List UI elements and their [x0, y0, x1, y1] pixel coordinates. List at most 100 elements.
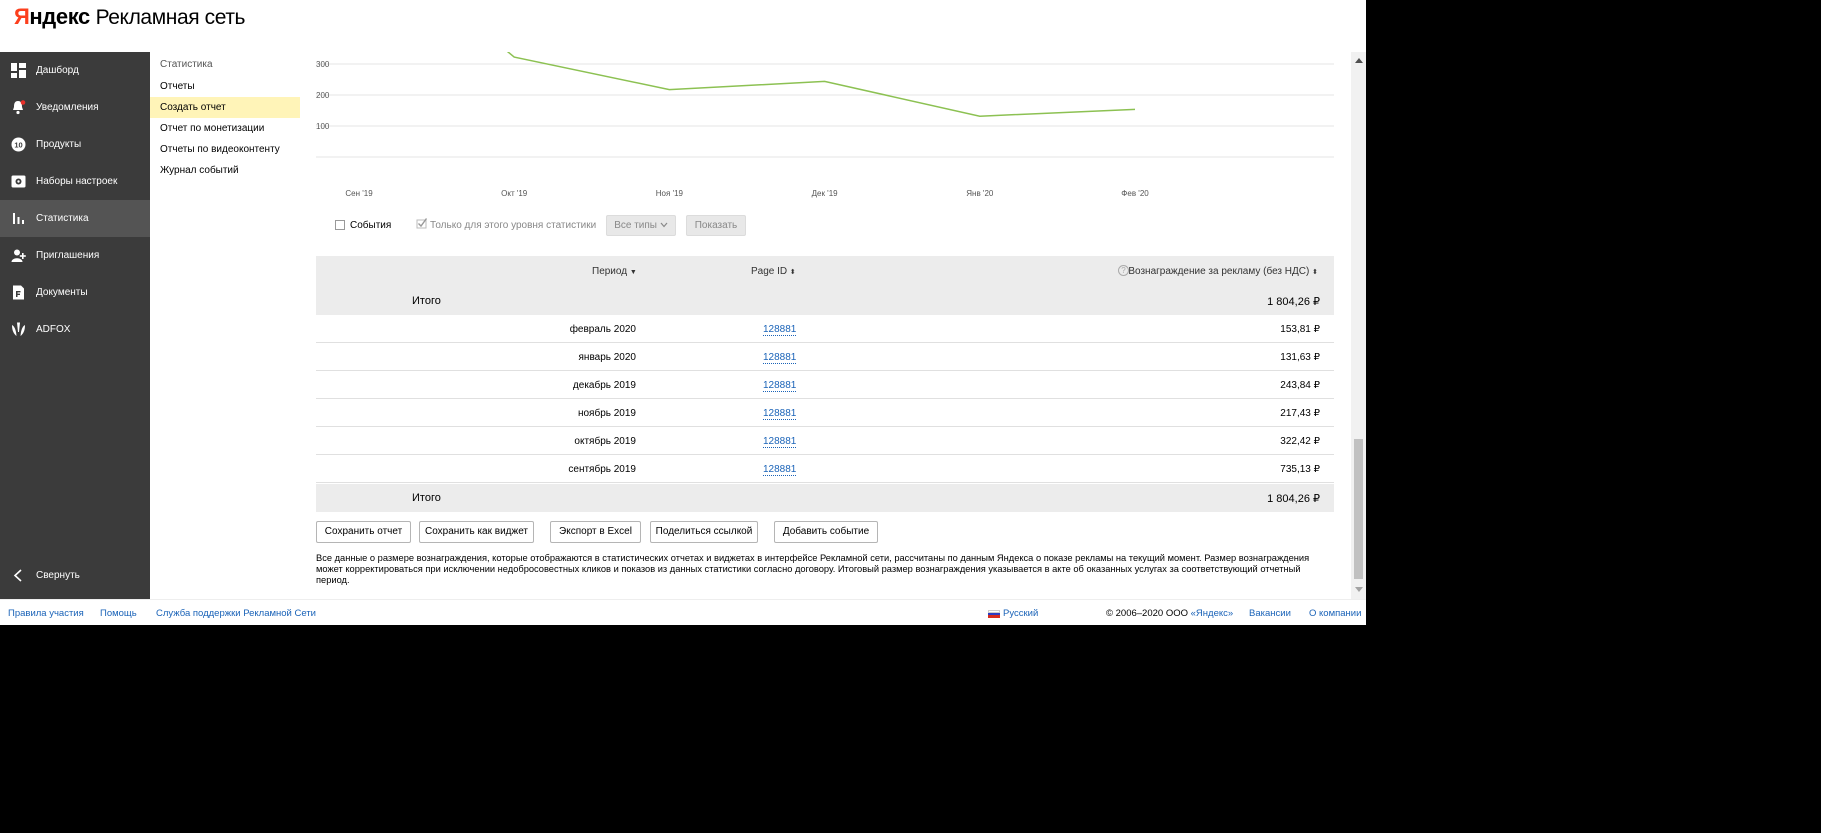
cell-page-id-link[interactable]: 128881: [763, 464, 797, 476]
event-types-dropdown[interactable]: Все типы: [606, 215, 676, 236]
cell-reward: 153,81 ₽: [1280, 324, 1320, 335]
column-header-period[interactable]: Период ▼: [592, 266, 637, 277]
period-header-label: Период: [592, 266, 628, 277]
column-header-reward[interactable]: Вознаграждение за рекламу (без НДС) ⬍: [1128, 266, 1318, 277]
dashboard-icon: [11, 63, 26, 78]
x-tick-label: Окт '19: [501, 189, 528, 198]
sidebar-item-notifications[interactable]: Уведомления: [0, 89, 150, 126]
sidebar-item-label: Документы: [36, 287, 88, 298]
copyright-company-link[interactable]: «Яндекс»: [1191, 608, 1234, 619]
export-excel-button[interactable]: Экспорт в Excel: [550, 521, 641, 543]
event-types-label: Все типы: [614, 220, 657, 231]
show-button[interactable]: Показать: [686, 215, 746, 236]
column-header-page-id[interactable]: Page ID ⬍: [751, 266, 796, 277]
y-tick-label: 200: [316, 91, 330, 100]
vertical-scrollbar[interactable]: [1351, 52, 1366, 599]
cell-page-id-link[interactable]: 128881: [763, 436, 797, 448]
sidebar-item-adfox[interactable]: ADFOX: [0, 311, 150, 348]
statistics-submenu: Статистика Отчеты Создать отчет Отчет по…: [150, 52, 300, 599]
sidebar-item-label: Наборы настроек: [36, 176, 118, 187]
header: Яндекс Рекламная сеть: [0, 0, 1366, 52]
invite-icon: [11, 249, 26, 262]
share-link-button[interactable]: Поделиться ссылкой: [650, 521, 758, 543]
cell-reward: 243,84 ₽: [1280, 380, 1320, 391]
total-label: Итого: [412, 295, 441, 307]
svg-text:10: 10: [14, 140, 22, 149]
copyright: © 2006–2020 ООО «Яндекс»: [1106, 608, 1233, 619]
cell-reward: 217,43 ₽: [1280, 408, 1320, 419]
submenu-item-reports[interactable]: Отчеты: [150, 76, 300, 97]
x-tick-label: Фев '20: [1121, 189, 1149, 198]
submenu-item-monetization-report[interactable]: Отчет по монетизации: [150, 118, 300, 139]
footer-link-jobs[interactable]: Вакансии: [1249, 608, 1291, 619]
collapse-sidebar-button[interactable]: Свернуть: [0, 557, 150, 594]
cell-page-id-link[interactable]: 128881: [763, 352, 797, 364]
language-switcher[interactable]: Русский: [1003, 608, 1038, 619]
cell-page-id-link[interactable]: 128881: [763, 324, 797, 336]
cell-period: февраль 2020: [569, 324, 636, 335]
chart-filters: События Только для этого уровня статисти…: [316, 215, 1316, 237]
sort-icon: ⬍: [789, 269, 796, 276]
sidebar-item-documents[interactable]: Документы: [0, 274, 150, 311]
submenu-title: Статистика: [160, 59, 213, 70]
x-tick-label: Сен '19: [345, 189, 373, 198]
save-report-button[interactable]: Сохранить отчет: [316, 521, 411, 543]
checkmark-icon[interactable]: [416, 217, 428, 229]
copyright-prefix: © 2006–2020 ООО: [1106, 608, 1191, 619]
events-checkbox[interactable]: [335, 220, 345, 230]
save-as-widget-button[interactable]: Сохранить как виджет: [419, 521, 534, 543]
yandex-logo[interactable]: Яндекс Рекламная сеть: [14, 4, 245, 30]
main-content: 300 200 100 Сен '19 Окт '19 Ноя '19 Дек '19 Янв…: [300, 52, 1351, 599]
table-row: декабрь 2019 128881 243,84 ₽: [316, 371, 1334, 399]
russian-flag-icon: [988, 610, 1000, 618]
table-header: Период ▼ Page ID ⬍ ? Вознаграждение за р…: [316, 256, 1334, 287]
scroll-up-arrow[interactable]: [1355, 58, 1363, 63]
cell-period: ноябрь 2019: [577, 408, 636, 419]
footer-link-rules[interactable]: Правила участия: [8, 608, 84, 619]
x-tick-label: Дек '19: [812, 189, 839, 198]
scroll-down-arrow[interactable]: [1355, 587, 1363, 592]
submenu-item-video-reports[interactable]: Отчеты по видеоконтенту: [150, 139, 300, 160]
app-window: Яндекс Рекламная сеть Дашборд Уведомлени…: [0, 0, 1366, 625]
sidebar-item-settings-sets[interactable]: Наборы настроек: [0, 163, 150, 200]
sidebar-item-statistics[interactable]: Статистика: [0, 200, 150, 237]
cell-page-id-link[interactable]: 128881: [763, 380, 797, 392]
total-row-bottom: Итого 1 804,26 ₽: [316, 484, 1334, 512]
total-value: 1 804,26 ₽: [1267, 493, 1320, 505]
footer-link-support[interactable]: Служба поддержки Рекламной Сети: [156, 608, 316, 619]
submenu-item-events-log[interactable]: Журнал событий: [150, 160, 300, 181]
sidebar-item-label: Статистика: [36, 213, 89, 224]
sidebar-item-invitations[interactable]: Приглашения: [0, 237, 150, 274]
x-tick-label: Янв '20: [966, 189, 994, 198]
table-row: январь 2020 128881 131,63 ₽: [316, 343, 1334, 371]
sidebar-item-products[interactable]: 10 Продукты: [0, 126, 150, 163]
footer-link-help[interactable]: Помощь: [100, 608, 137, 619]
products-icon: 10: [11, 137, 26, 152]
collapse-label: Свернуть: [36, 570, 80, 581]
disclaimer-text: Все данные о размере вознаграждения, кот…: [316, 553, 1310, 585]
table-row: октябрь 2019 128881 322,42 ₽: [316, 427, 1334, 455]
sort-icon: ⬍: [1312, 269, 1318, 276]
total-value: 1 804,26 ₽: [1267, 296, 1320, 308]
sidebar-item-dashboard[interactable]: Дашборд: [0, 52, 150, 89]
series-line: [506, 52, 1136, 117]
help-icon[interactable]: ?: [1118, 265, 1129, 276]
submenu-item-create-report[interactable]: Создать отчет: [150, 97, 300, 118]
scroll-thumb[interactable]: [1354, 439, 1363, 579]
bar-chart-icon: [13, 213, 24, 224]
level-only-label: Только для этого уровня статистики: [430, 220, 597, 231]
cell-period: декабрь 2019: [572, 380, 636, 391]
table-row: февраль 2020 128881 153,81 ₽: [316, 315, 1334, 343]
cell-reward: 322,42 ₽: [1280, 436, 1320, 447]
chevron-down-icon: [660, 222, 668, 228]
footer-link-about[interactable]: О компании: [1309, 608, 1361, 619]
sidebar-item-label: ADFOX: [36, 324, 71, 335]
logo-product-name: Рекламная сеть: [95, 6, 246, 29]
total-row-top: Итого 1 804,26 ₽: [316, 287, 1334, 315]
cell-page-id-link[interactable]: 128881: [763, 408, 797, 420]
sidebar-item-label: Дашборд: [36, 65, 79, 76]
revenue-chart-svg: 300 200 100 Сен '19 Окт '19 Ноя '19 Дек '19 Янв…: [316, 52, 1334, 198]
cell-period: сентябрь 2019: [568, 464, 636, 475]
add-event-button[interactable]: Добавить событие: [774, 521, 878, 543]
sidebar-item-label: Приглашения: [36, 250, 100, 261]
